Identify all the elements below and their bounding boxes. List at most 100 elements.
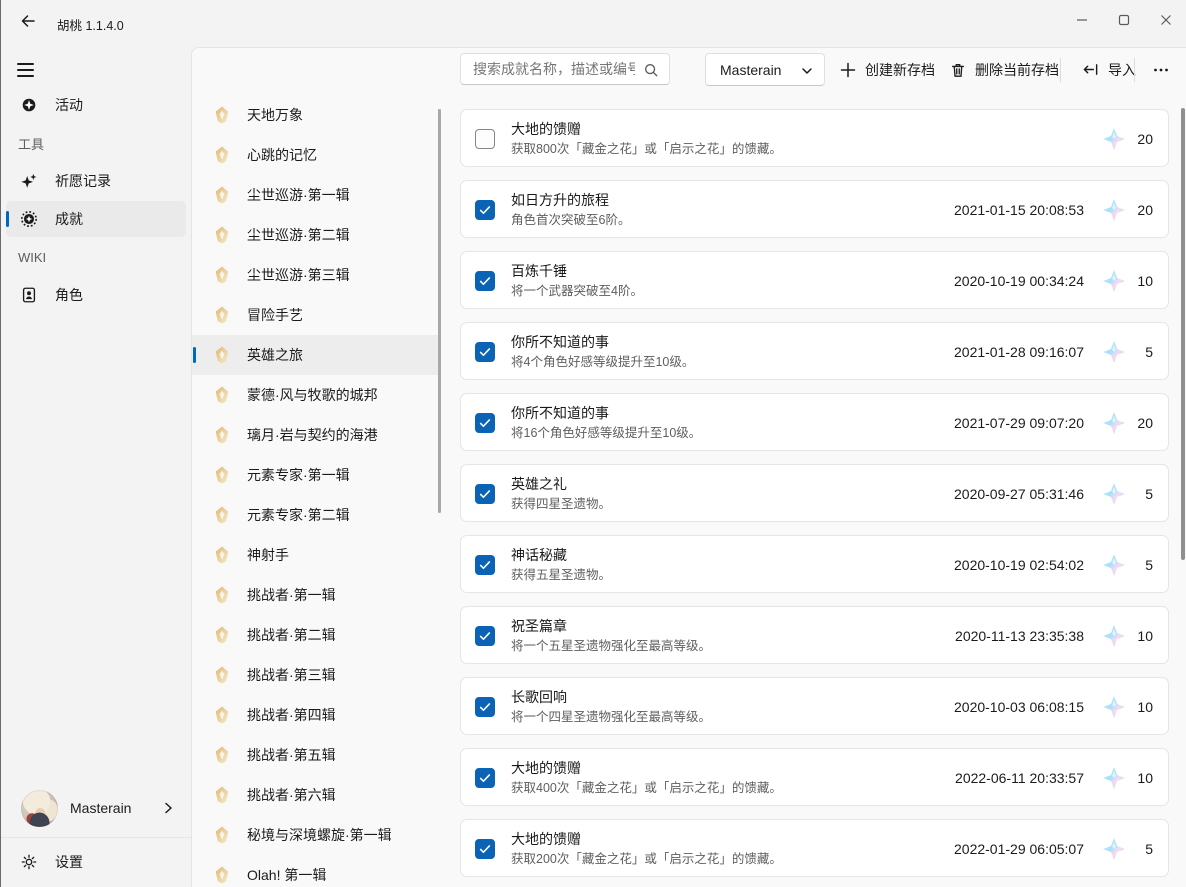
category-item[interactable]: 尘世巡游·第二辑 bbox=[192, 215, 438, 255]
sidebar-item-wish[interactable]: 祈愿记录 bbox=[6, 163, 186, 199]
achievement-card: 大地的馈赠 获取400次「藏金之花」或「启示之花」的馈藏。 2022-06-11… bbox=[460, 748, 1169, 806]
category-emblem-icon bbox=[212, 665, 232, 685]
more-options-button[interactable] bbox=[1142, 53, 1180, 86]
category-label: 元素专家·第二辑 bbox=[247, 505, 350, 525]
create-archive-button[interactable]: 创建新存档 bbox=[830, 53, 945, 86]
category-emblem-icon bbox=[212, 585, 232, 605]
achievement-checkbox[interactable] bbox=[475, 697, 495, 717]
delete-archive-button[interactable]: 删除当前存档 bbox=[940, 53, 1069, 86]
category-label: 尘世巡游·第二辑 bbox=[247, 225, 350, 245]
archive-selector[interactable]: Masterain bbox=[705, 53, 825, 86]
achievement-badge-icon bbox=[20, 210, 38, 228]
category-item[interactable]: 尘世巡游·第三辑 bbox=[192, 255, 438, 295]
category-item[interactable]: 元素专家·第一辑 bbox=[192, 455, 438, 495]
category-item[interactable]: 元素专家·第二辑 bbox=[192, 495, 438, 535]
category-emblem-icon bbox=[212, 305, 232, 325]
sidebar-item-character[interactable]: 角色 bbox=[6, 277, 186, 313]
chevron-right-icon bbox=[161, 801, 175, 815]
archive-selected-value: Masterain bbox=[720, 62, 781, 78]
achievement-checkbox[interactable] bbox=[475, 484, 495, 504]
achievement-checkbox[interactable] bbox=[475, 200, 495, 220]
achievement-checkbox[interactable] bbox=[475, 413, 495, 433]
category-item[interactable]: 冒险手艺 bbox=[192, 295, 438, 335]
category-item[interactable]: 璃月·岩与契约的海港 bbox=[192, 415, 438, 455]
achievement-card: 长歌回响 将一个四星圣遗物强化至最高等级。 2020-10-03 06:08:1… bbox=[460, 677, 1169, 735]
wish-sparkle-icon bbox=[20, 172, 38, 190]
close-button[interactable] bbox=[1145, 0, 1186, 40]
sidebar-section-header: WIKI bbox=[1, 245, 191, 269]
sidebar-item-achievement[interactable]: 成就 bbox=[6, 201, 186, 237]
check-icon bbox=[478, 345, 492, 359]
category-emblem-icon bbox=[212, 705, 232, 725]
achievement-checkbox[interactable] bbox=[475, 555, 495, 575]
category-item[interactable]: 挑战者·第四辑 bbox=[192, 695, 438, 735]
category-emblem-icon bbox=[212, 465, 232, 485]
category-item[interactable]: 挑战者·第五辑 bbox=[192, 735, 438, 775]
achievement-title: 你所不知道的事 bbox=[511, 332, 609, 352]
category-label: 璃月·岩与契约的海港 bbox=[247, 425, 378, 445]
achievement-checkbox[interactable] bbox=[475, 839, 495, 859]
user-account-item[interactable]: Masterain bbox=[1, 786, 191, 830]
sidebar-item-settings[interactable]: 设置 bbox=[6, 843, 186, 881]
category-label: 挑战者·第六辑 bbox=[247, 785, 336, 805]
achievement-checkbox[interactable] bbox=[475, 626, 495, 646]
toolbar-divider bbox=[1134, 58, 1135, 82]
achievement-description: 获取200次「藏金之花」或「启示之花」的馈藏。 bbox=[511, 850, 782, 868]
category-item[interactable]: 挑战者·第一辑 bbox=[192, 575, 438, 615]
check-icon bbox=[478, 700, 492, 714]
category-list: 天地万象 心跳的记忆 尘世巡游·第一辑 尘世巡游·第二辑 尘世巡游·第三辑 bbox=[192, 95, 438, 887]
achievement-title: 大地的馈赠 bbox=[511, 758, 581, 778]
achievement-title: 英雄之礼 bbox=[511, 474, 567, 494]
category-item[interactable]: 心跳的记忆 bbox=[192, 135, 438, 175]
category-emblem-icon bbox=[212, 865, 232, 885]
category-item[interactable]: Olah! 第一辑 bbox=[192, 855, 438, 887]
achievement-checkbox[interactable] bbox=[475, 768, 495, 788]
category-label: 挑战者·第一辑 bbox=[247, 585, 336, 605]
category-item[interactable]: 挑战者·第六辑 bbox=[192, 775, 438, 815]
minimize-button[interactable] bbox=[1061, 0, 1103, 40]
nav-toggle-button[interactable] bbox=[6, 55, 46, 85]
chevron-down-icon bbox=[801, 65, 813, 77]
category-emblem-icon bbox=[212, 185, 232, 205]
check-icon bbox=[478, 487, 492, 501]
achievement-card: 祝圣篇章 将一个五星圣遗物强化至最高等级。 2020-11-13 23:35:3… bbox=[460, 606, 1169, 664]
category-item[interactable]: 挑战者·第三辑 bbox=[192, 655, 438, 695]
category-item[interactable]: 挑战者·第二辑 bbox=[192, 615, 438, 655]
maximize-button[interactable] bbox=[1103, 0, 1145, 40]
category-label: 尘世巡游·第三辑 bbox=[247, 265, 350, 285]
page-scrollbar[interactable] bbox=[1181, 108, 1185, 560]
category-label: 天地万象 bbox=[247, 105, 303, 125]
search-input[interactable] bbox=[461, 54, 669, 84]
user-name: Masterain bbox=[70, 800, 131, 816]
back-button[interactable] bbox=[11, 6, 45, 36]
category-emblem-icon bbox=[212, 225, 232, 245]
maximize-icon bbox=[1118, 14, 1130, 26]
category-item[interactable]: 蒙德·风与牧歌的城邦 bbox=[192, 375, 438, 415]
category-label: 挑战者·第三辑 bbox=[247, 665, 336, 685]
achievement-description: 获取400次「藏金之花」或「启示之花」的馈藏。 bbox=[511, 779, 782, 797]
category-scrollbar[interactable] bbox=[438, 109, 441, 513]
delete-archive-label: 删除当前存档 bbox=[975, 60, 1059, 80]
search-box bbox=[460, 53, 670, 85]
achievement-checkbox[interactable] bbox=[475, 271, 495, 291]
window-title: 胡桃 1.1.4.0 bbox=[57, 15, 124, 34]
achievement-title: 如日方升的旅程 bbox=[511, 190, 609, 210]
achievement-reward-count: 20 bbox=[1119, 129, 1153, 149]
achievement-checkbox[interactable] bbox=[475, 342, 495, 362]
category-item[interactable]: 神射手 bbox=[192, 535, 438, 575]
back-arrow-icon bbox=[20, 13, 36, 29]
achievement-description: 获得四星圣遗物。 bbox=[511, 495, 611, 513]
category-item[interactable]: 英雄之旅 bbox=[192, 335, 438, 375]
category-item[interactable]: 秘境与深境螺旋·第一辑 bbox=[192, 815, 438, 855]
import-icon bbox=[1082, 61, 1099, 78]
category-item[interactable]: 天地万象 bbox=[192, 95, 438, 135]
achievement-checkbox[interactable] bbox=[475, 129, 495, 149]
category-emblem-icon bbox=[212, 345, 232, 365]
category-label: 元素专家·第一辑 bbox=[247, 465, 350, 485]
category-label: Olah! 第一辑 bbox=[247, 865, 326, 885]
achievement-card: 神话秘藏 获得五星圣遗物。 2020-10-19 02:54:02 5 bbox=[460, 535, 1169, 593]
category-item[interactable]: 尘世巡游·第一辑 bbox=[192, 175, 438, 215]
sidebar-item-activity[interactable]: 活动 bbox=[6, 87, 186, 123]
achievement-card: 大地的馈赠 获取800次「藏金之花」或「启示之花」的馈藏。 20 bbox=[460, 109, 1169, 167]
achievement-card: 百炼千锤 将一个武器突破至4阶。 2020-10-19 00:34:24 10 bbox=[460, 251, 1169, 309]
